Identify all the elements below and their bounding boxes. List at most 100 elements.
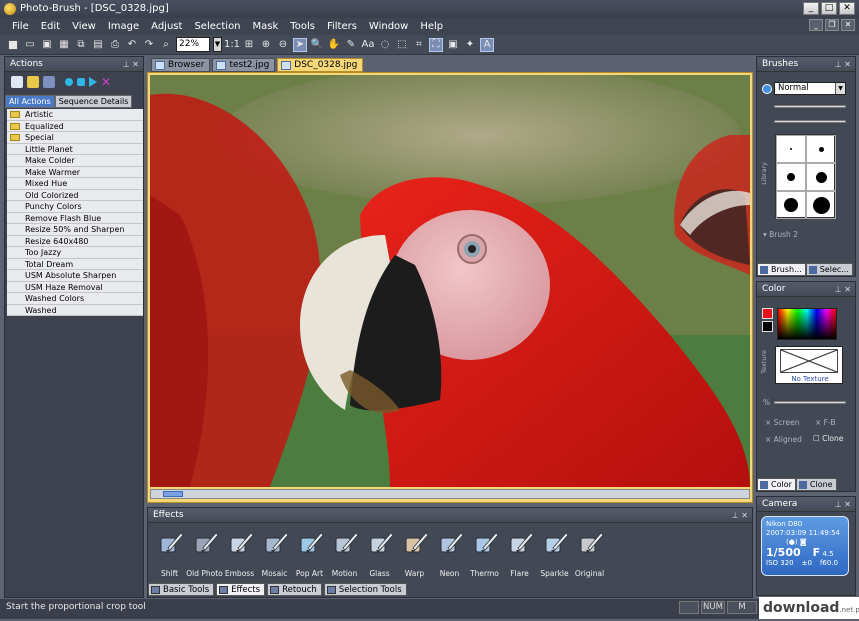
crop-icon[interactable]: ⌗ [412, 38, 426, 52]
proportional-crop-icon[interactable]: ⛶ [429, 37, 443, 52]
print-icon[interactable]: ⎙ [108, 38, 122, 52]
pin-icon[interactable]: ⊥ ✕ [835, 497, 851, 512]
paste-icon[interactable]: ▤ [91, 38, 105, 52]
delete-icon[interactable]: ✕ [101, 76, 113, 88]
scrollbar-thumb[interactable] [163, 491, 183, 497]
menu-view[interactable]: View [66, 18, 102, 35]
effect-old-photo-button[interactable]: Old Photo [186, 526, 223, 578]
brush-cell[interactable] [776, 191, 806, 219]
tab-retouch[interactable]: Retouch [267, 583, 322, 596]
marquee-icon[interactable]: ⬚ [395, 38, 409, 52]
record-icon[interactable] [65, 77, 73, 86]
undo-icon[interactable]: ↶ [125, 38, 139, 52]
zoom-in-icon[interactable]: ⊕ [259, 38, 273, 52]
play-icon[interactable] [89, 76, 97, 87]
list-item[interactable]: Total Dream [7, 258, 143, 270]
eyedropper-icon[interactable]: ✎ [344, 38, 358, 52]
tab-sequence-details[interactable]: Sequence Details [54, 95, 133, 108]
list-item[interactable]: Resize 50% and Sharpen [7, 224, 143, 236]
menu-filters[interactable]: Filters [321, 18, 363, 35]
stop-icon[interactable] [77, 77, 85, 86]
tab-selection[interactable]: Selec... [805, 263, 853, 276]
effect-mosaic-button[interactable]: Mosaic [257, 526, 292, 578]
list-item[interactable]: Old Colorized [7, 189, 143, 201]
action-folder[interactable]: Artistic [7, 109, 143, 121]
list-item[interactable]: Resize 640x480 [7, 235, 143, 247]
effect-neon-button[interactable]: Neon [432, 526, 467, 578]
tab-dsc0328[interactable]: DSC_0328.jpg [277, 58, 364, 72]
background-color-swatch[interactable] [762, 321, 773, 332]
fit-window-icon[interactable]: ⊞ [242, 38, 256, 52]
effect-flare-button[interactable]: Flare [502, 526, 537, 578]
new-file-icon[interactable] [6, 38, 20, 52]
copy-icon[interactable]: ⧉ [74, 38, 88, 52]
pin-icon[interactable]: ✦ [463, 38, 477, 52]
pin-icon[interactable]: ⊥ ✕ [835, 57, 851, 72]
effect-original-button[interactable]: Original [572, 526, 607, 578]
open-action-icon[interactable] [27, 75, 39, 88]
maximize-button[interactable]: □ [821, 2, 837, 15]
effect-thermo-button[interactable]: Thermo [467, 526, 502, 578]
brush-cell[interactable] [776, 135, 806, 163]
open-folder-icon[interactable]: ▭ [23, 38, 37, 52]
doc-restore-button[interactable]: ❐ [825, 19, 839, 31]
effect-sparkle-button[interactable]: Sparkle [537, 526, 572, 578]
list-item[interactable]: Too Jazzy [7, 247, 143, 259]
effect-glass-button[interactable]: Glass [362, 526, 397, 578]
tab-color[interactable]: Color [757, 478, 796, 491]
brush-cell[interactable] [776, 163, 806, 191]
menu-window[interactable]: Window [363, 18, 414, 35]
tab-basic-tools[interactable]: Basic Tools [148, 583, 215, 596]
new-action-icon[interactable] [11, 75, 23, 88]
tab-browser[interactable]: Browser [151, 58, 211, 72]
brush-cell[interactable] [806, 163, 836, 191]
color-spectrum-picker[interactable] [777, 308, 837, 340]
list-item[interactable]: Remove Flash Blue [7, 212, 143, 224]
pin-icon[interactable]: ⊥ ✕ [732, 508, 748, 523]
list-item[interactable]: Make Colder [7, 155, 143, 167]
list-item[interactable]: Mixed Hue [7, 178, 143, 190]
list-item[interactable]: Punchy Colors [7, 201, 143, 213]
menu-tools[interactable]: Tools [284, 18, 321, 35]
menu-edit[interactable]: Edit [35, 18, 66, 35]
list-item[interactable]: USM Haze Removal [7, 281, 143, 293]
blend-mode-select[interactable]: Normal ▼ [774, 82, 846, 95]
brush-shape-icon[interactable] [762, 84, 772, 94]
pin-icon[interactable]: ⊥ ✕ [835, 282, 851, 297]
effect-emboss-button[interactable]: Emboss [222, 526, 257, 578]
tab-selection-tools[interactable]: Selection Tools [323, 583, 407, 596]
tab-clone[interactable]: Clone [795, 478, 837, 491]
brush-size-slider[interactable] [774, 105, 846, 108]
tab-all-actions[interactable]: All Actions [5, 95, 55, 108]
foreground-color-swatch[interactable] [762, 308, 773, 319]
pin-icon[interactable]: ⊥ ✕ [123, 57, 139, 72]
effect-pop-art-button[interactable]: Pop Art [292, 526, 327, 578]
actual-size-button[interactable]: 1:1 [224, 38, 240, 52]
brush-cell[interactable] [806, 191, 836, 219]
zoom-dropdown-icon[interactable]: ▼ [213, 37, 222, 52]
hand-tool-icon[interactable]: ✋ [327, 38, 341, 52]
effect-motion-button[interactable]: Motion [327, 526, 362, 578]
list-item[interactable]: Little Planet [7, 143, 143, 155]
zoom-input[interactable]: 22% [176, 37, 210, 52]
redo-icon[interactable]: ↷ [142, 38, 156, 52]
list-item[interactable]: Washed Colors [7, 293, 143, 305]
texture-selector[interactable]: No Texture [775, 346, 843, 384]
save-icon[interactable]: ▣ [40, 38, 54, 52]
lasso-icon[interactable]: ◌ [378, 38, 392, 52]
magnifier-icon[interactable]: 🔍 [310, 38, 324, 52]
minimize-button[interactable]: _ [803, 2, 819, 15]
effect-shift-button[interactable]: Shift [152, 526, 187, 578]
close-button[interactable]: ✕ [839, 2, 855, 15]
aligned-option[interactable]: × Aligned [765, 435, 802, 444]
menu-mask[interactable]: Mask [247, 18, 285, 35]
transform-icon[interactable]: ▣ [446, 38, 460, 52]
brush-opacity-slider[interactable] [774, 120, 846, 123]
photo-canvas[interactable] [150, 75, 750, 487]
menu-help[interactable]: Help [414, 18, 449, 35]
grid-icon[interactable]: ▦ [57, 38, 71, 52]
text-tool-icon[interactable]: Aa [361, 38, 375, 52]
texture-opacity-slider[interactable] [774, 401, 846, 404]
tab-brush[interactable]: Brush... [757, 263, 806, 276]
menu-image[interactable]: Image [102, 18, 145, 35]
